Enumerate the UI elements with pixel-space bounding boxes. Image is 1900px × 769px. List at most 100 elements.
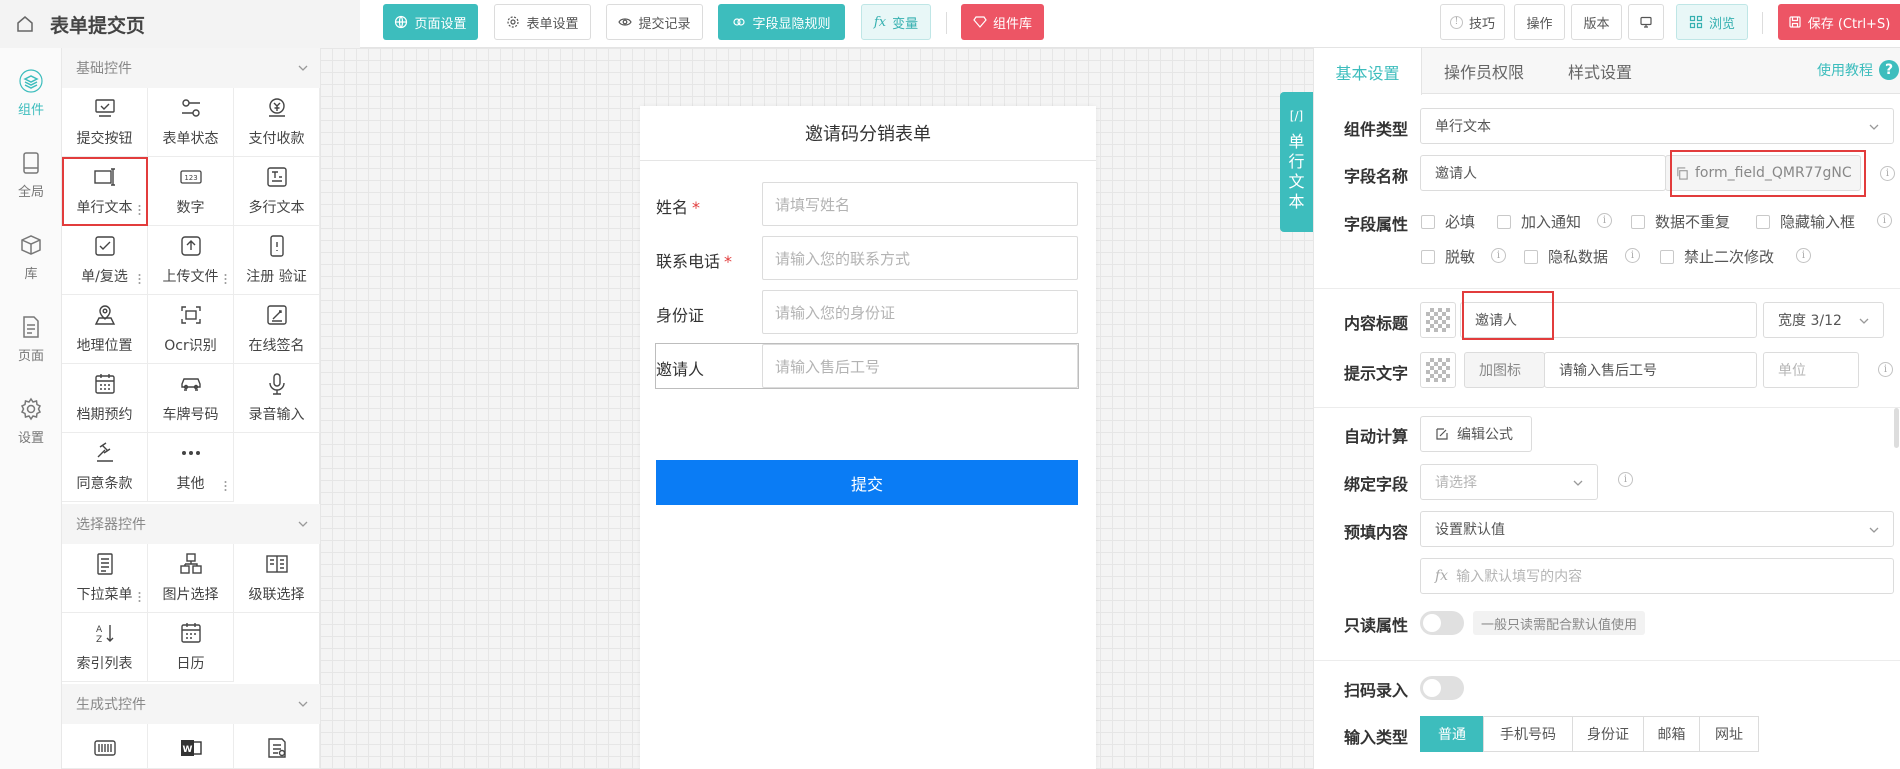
component-type-select[interactable]: 单行文本 — [1420, 108, 1894, 144]
operation-button[interactable]: 操作 — [1514, 4, 1565, 40]
hint-text-input[interactable]: 请输入售后工号 — [1544, 352, 1757, 388]
field-input[interactable]: 请填写姓名 — [762, 182, 1078, 226]
info-icon[interactable]: i — [1877, 213, 1892, 228]
color-picker[interactable] — [1420, 302, 1456, 338]
prefill-value-input[interactable]: 𝑓x 输入默认填写的内容 — [1420, 558, 1894, 594]
form-field-inviter[interactable]: 邀请人 请输入售后工号 — [655, 343, 1079, 389]
readonly-toggle[interactable] — [1420, 611, 1464, 635]
info-icon[interactable]: i — [1880, 166, 1895, 181]
component-calendar[interactable]: 日历 — [148, 613, 234, 682]
rail-item-global[interactable]: 全局 — [0, 140, 62, 210]
prefill-select[interactable]: 设置默认值 — [1420, 511, 1894, 547]
component-image-select[interactable]: 图片选择 — [148, 544, 234, 613]
component-location[interactable]: 地理位置 — [62, 295, 148, 364]
component-form-status[interactable]: 表单状态 — [148, 88, 234, 157]
info-icon[interactable]: i — [1597, 213, 1612, 228]
checkbox-private-data[interactable]: 隐私数据 — [1524, 246, 1608, 267]
component-multi-line-text[interactable]: 多行文本 — [234, 157, 320, 226]
tips-button[interactable]: ! 技巧 — [1440, 4, 1505, 40]
drag-handle-icon[interactable] — [138, 591, 141, 603]
info-icon[interactable]: i — [1618, 472, 1633, 487]
variables-button[interactable]: 𝑓x 变量 — [861, 4, 931, 40]
input-type-phone[interactable]: 手机号码 — [1483, 716, 1573, 752]
component-license-plate[interactable]: 车牌号码 — [148, 364, 234, 433]
component-word-doc[interactable]: W — [148, 724, 234, 769]
unit-input[interactable]: 单位 — [1763, 352, 1859, 388]
checkbox-required[interactable]: 必填 — [1421, 211, 1475, 232]
home-icon[interactable] — [16, 15, 34, 33]
save-button[interactable]: 保存 (Ctrl+S) — [1778, 4, 1900, 40]
checkbox-hide-input[interactable]: 隐藏输入框 — [1756, 211, 1855, 232]
width-select[interactable]: 宽度 3/12 — [1763, 302, 1884, 338]
input-type-email[interactable]: 邮箱 — [1643, 716, 1700, 752]
component-cascade-select[interactable]: 级联选择 — [234, 544, 320, 613]
checkbox-add-notify[interactable]: 加入通知 — [1497, 211, 1581, 232]
section-basic-controls[interactable]: 基础控件 — [62, 48, 320, 88]
properties-scrollbar[interactable] — [1894, 408, 1899, 448]
rail-item-components[interactable]: 组件 — [0, 58, 62, 128]
preview-device-button[interactable] — [1628, 4, 1664, 40]
field-input[interactable]: 请输入您的身份证 — [762, 290, 1078, 334]
checkbox-desensitize[interactable]: 脱敏 — [1421, 246, 1475, 267]
component-submit-button[interactable]: 提交按钮 — [62, 88, 148, 157]
form-field-id-card[interactable]: 身份证 请输入您的身份证 — [656, 290, 1078, 334]
scan-input-toggle[interactable] — [1420, 676, 1464, 700]
component-ocr[interactable]: Ocr识别 — [148, 295, 234, 364]
component-agree-terms[interactable]: 同意条款 — [62, 433, 148, 502]
bind-field-select[interactable]: 请选择 — [1420, 464, 1598, 500]
tab-basic-settings[interactable]: 基本设置 — [1314, 48, 1422, 95]
checkbox-unique-data[interactable]: 数据不重复 — [1631, 211, 1730, 232]
tab-style-settings[interactable]: 样式设置 — [1546, 48, 1654, 94]
page-settings-button[interactable]: 页面设置 — [383, 4, 478, 40]
info-icon[interactable]: i — [1878, 362, 1893, 377]
rail-item-pages[interactable]: 页面 — [0, 304, 62, 374]
field-input[interactable]: 请输入您的联系方式 — [762, 236, 1078, 280]
info-icon[interactable]: i — [1491, 248, 1506, 263]
info-icon[interactable]: i — [1625, 248, 1640, 263]
drag-handle-icon[interactable] — [224, 273, 227, 285]
section-selector-controls[interactable]: 选择器控件 — [62, 504, 320, 544]
component-other[interactable]: 其他 — [148, 433, 234, 502]
component-dropdown[interactable]: 下拉菜单 — [62, 544, 148, 613]
tab-operator-permissions[interactable]: 操作员权限 — [1422, 48, 1546, 94]
form-field-phone[interactable]: 联系电话 * 请输入您的联系方式 — [656, 236, 1078, 280]
component-checkbox[interactable]: 单/复选 — [62, 226, 148, 295]
checkbox-no-edit-twice[interactable]: 禁止二次修改 — [1660, 246, 1774, 267]
color-picker[interactable] — [1420, 352, 1456, 388]
input-type-url[interactable]: 网址 — [1699, 716, 1759, 752]
input-type-normal[interactable]: 普通 — [1420, 716, 1484, 752]
field-name-input[interactable]: 邀请人 — [1420, 155, 1666, 191]
component-single-line-text[interactable]: 单行文本 — [62, 157, 148, 226]
edit-formula-button[interactable]: 编辑公式 — [1420, 416, 1532, 452]
version-button[interactable]: 版本 — [1571, 4, 1622, 40]
form-settings-button[interactable]: 表单设置 — [494, 4, 591, 40]
form-field-name[interactable]: 姓名 * 请填写姓名 — [656, 182, 1078, 226]
drag-handle-icon[interactable] — [224, 480, 227, 492]
help-link[interactable]: 使用教程 ? — [1817, 60, 1899, 80]
component-voice-input[interactable]: 录音输入 — [234, 364, 320, 433]
component-upload-file[interactable]: 上传文件 — [148, 226, 234, 295]
submit-records-button[interactable]: 提交记录 — [606, 4, 703, 40]
drag-handle-icon[interactable] — [138, 204, 141, 216]
rail-item-settings[interactable]: 设置 — [0, 386, 62, 456]
component-schedule[interactable]: 档期预约 — [62, 364, 148, 433]
rail-item-library[interactable]: 库 — [0, 222, 62, 292]
component-number[interactable]: 123 数字 — [148, 157, 234, 226]
input-type-id-card[interactable]: 身份证 — [1572, 716, 1644, 752]
selected-component-tab[interactable]: [/] 单 行 文 本 — [1280, 92, 1313, 232]
component-barcode[interactable] — [62, 724, 148, 769]
form-submit-button[interactable]: 提交 — [656, 460, 1078, 505]
field-input[interactable]: 请输入售后工号 — [762, 344, 1078, 388]
component-signature[interactable]: 在线签名 — [234, 295, 320, 364]
field-rules-button[interactable]: 字段显隐规则 — [718, 4, 845, 40]
component-register-verify[interactable]: 注册 验证 — [234, 226, 320, 295]
section-generated-controls[interactable]: 生成式控件 — [62, 684, 320, 724]
browse-button[interactable]: 浏览 — [1676, 4, 1748, 40]
info-icon[interactable]: i — [1796, 248, 1811, 263]
add-icon-button[interactable]: 加图标 — [1464, 352, 1545, 388]
component-report[interactable] — [234, 724, 320, 769]
component-library-button[interactable]: 组件库 — [961, 4, 1044, 40]
drag-handle-icon[interactable] — [138, 273, 141, 285]
component-index-list[interactable]: AZ 索引列表 — [62, 613, 148, 682]
component-payment[interactable]: 支付收款 — [234, 88, 320, 157]
